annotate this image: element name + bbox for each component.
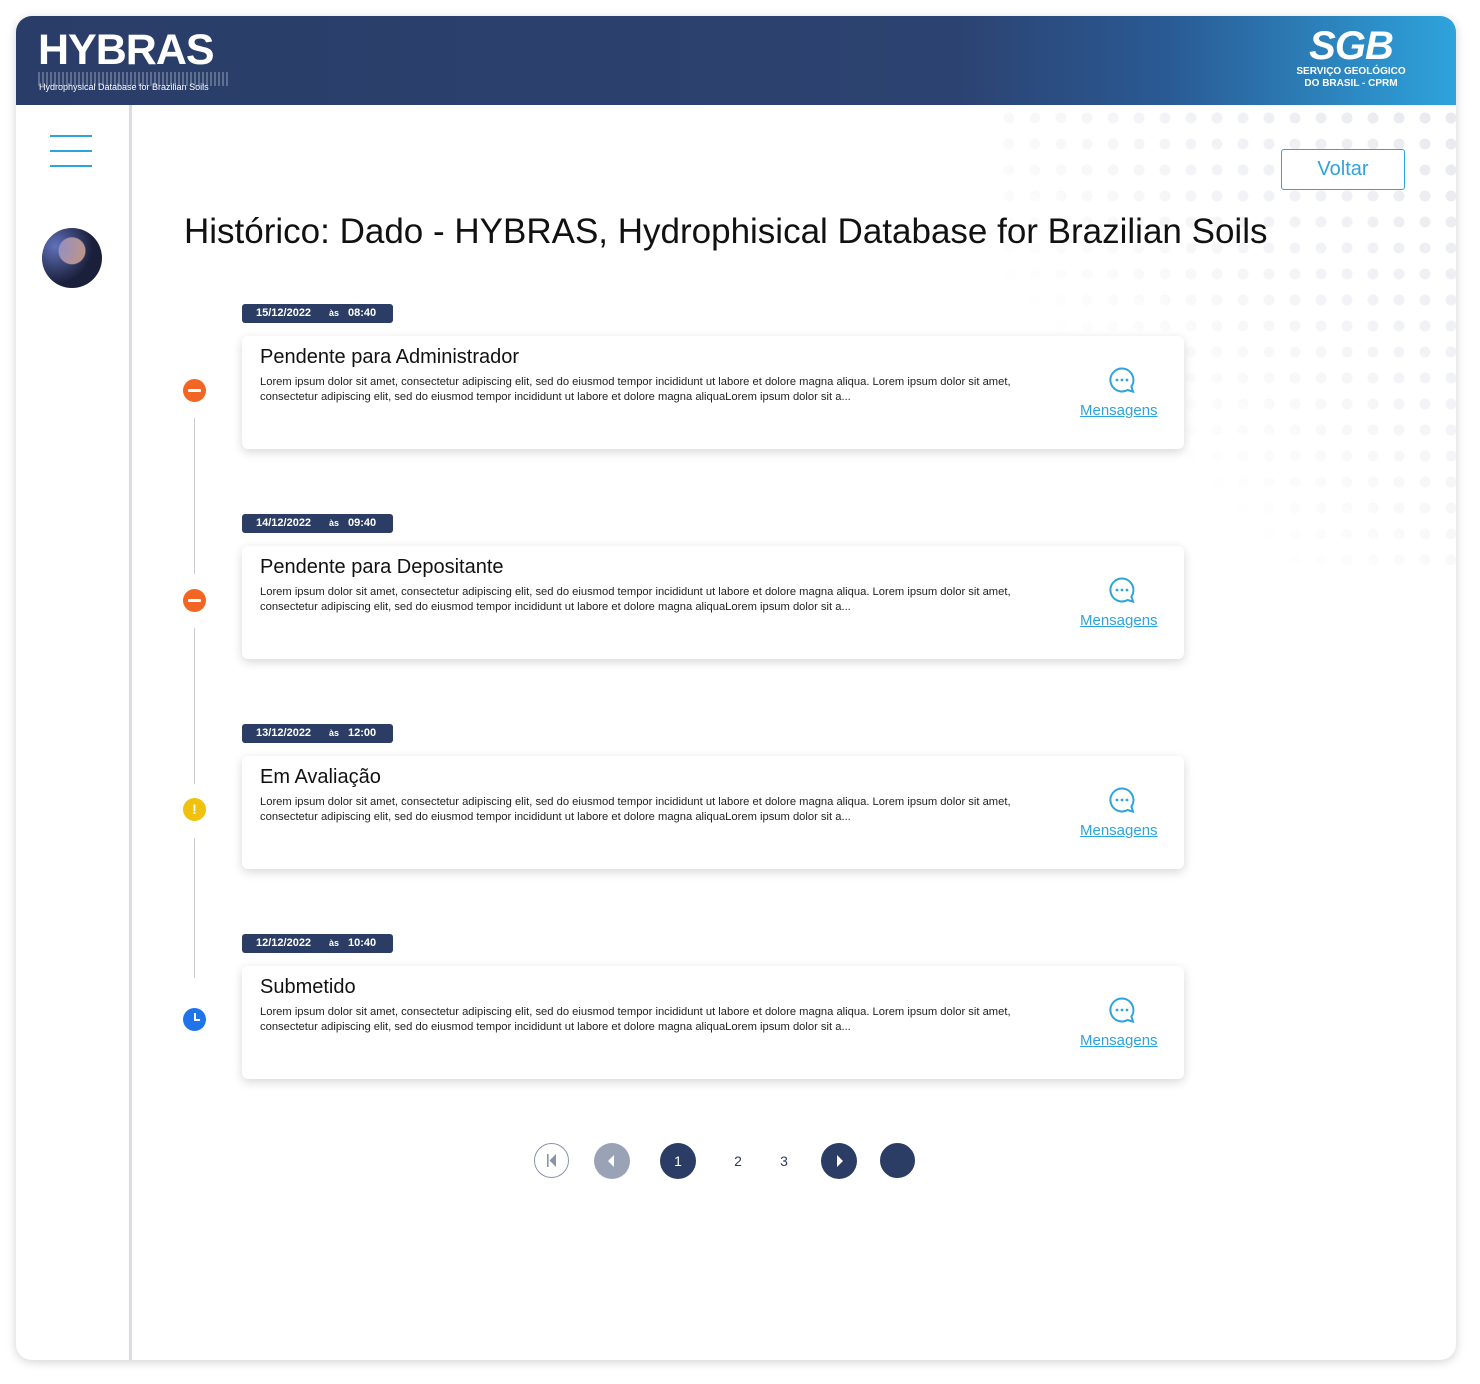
messages-link[interactable]: Mensagens [1080, 1032, 1158, 1049]
chat-bubble-icon[interactable] [1108, 786, 1136, 814]
history-card: Em Avaliação Lorem ipsum dolor sit amet,… [242, 756, 1184, 869]
date: 13/12/2022 [256, 727, 312, 739]
history-card: Pendente para Depositante Lorem ipsum do… [242, 546, 1184, 659]
sidebar [16, 105, 132, 1360]
card-title: Pendente para Administrador [260, 346, 520, 368]
timeline-line [194, 628, 195, 784]
messages-link[interactable]: Mensagens [1080, 612, 1158, 629]
warning-glyph: ! [192, 801, 197, 817]
history-card: Pendente para Administrador Lorem ipsum … [242, 336, 1184, 449]
first-page-icon [547, 1154, 556, 1167]
hybras-logo[interactable]: HYBRAS Hydrophysical Database for Brazil… [38, 28, 248, 94]
chat-bubble-icon[interactable] [1108, 996, 1136, 1024]
sgb-subtitle-line2: DO BRASIL - CPRM [1304, 78, 1398, 89]
hamburger-icon[interactable] [50, 135, 94, 169]
card-description: Lorem ipsum dolor sit amet, consectetur … [260, 796, 1011, 823]
last-page-button[interactable] [880, 1143, 915, 1178]
back-button[interactable]: Voltar [1281, 149, 1405, 190]
chevron-left-icon [608, 1155, 614, 1167]
sgb-logo[interactable]: SGB SERVIÇO GEOLÓGICO DO BRASIL - CPRM [1286, 26, 1416, 96]
sgb-subtitle-line1: SERVIÇO GEOLÓGICO [1296, 66, 1406, 77]
top-header: HYBRAS Hydrophysical Database for Brazil… [16, 16, 1456, 105]
pagination: 1 2 3 [534, 1143, 934, 1181]
last-page-icon [893, 1154, 902, 1167]
previous-page-button[interactable] [594, 1143, 630, 1179]
date-separator: às [329, 938, 340, 948]
date-badge: 12/12/2022 às 10:40 [242, 934, 393, 953]
time: 12:00 [348, 727, 377, 739]
page-3-button[interactable]: 3 [766, 1143, 802, 1179]
date: 14/12/2022 [256, 517, 312, 529]
page-2-button[interactable]: 2 [720, 1143, 756, 1179]
page-title: Histórico: Dado - HYBRAS, Hydrophisical … [184, 212, 1268, 251]
user-avatar[interactable] [42, 228, 102, 288]
card-title: Submetido [260, 976, 356, 998]
time: 10:40 [348, 937, 377, 949]
date: 15/12/2022 [256, 307, 312, 319]
date-separator: às [329, 728, 340, 738]
timeline-line [194, 838, 195, 978]
time: 09:40 [348, 517, 377, 529]
minus-circle-icon [183, 379, 206, 402]
date: 12/12/2022 [256, 937, 312, 949]
chat-bubble-icon[interactable] [1108, 366, 1136, 394]
minus-circle-icon [183, 589, 206, 612]
card-title: Em Avaliação [260, 766, 381, 788]
first-page-button[interactable] [534, 1143, 569, 1178]
timeline-line [194, 418, 195, 574]
card-description: Lorem ipsum dolor sit amet, consectetur … [260, 1006, 1011, 1033]
card-title: Pendente para Depositante [260, 556, 504, 578]
date-badge: 15/12/2022 às 08:40 [242, 304, 393, 323]
warning-circle-icon: ! [183, 798, 206, 821]
logo-subtitle: Hydrophysical Database for Brazilian Soi… [39, 82, 209, 92]
chat-bubble-icon[interactable] [1108, 576, 1136, 604]
history-card: Submetido Lorem ipsum dolor sit amet, co… [242, 966, 1184, 1079]
next-page-button[interactable] [821, 1143, 857, 1179]
chevron-right-icon [837, 1155, 843, 1167]
date-separator: às [329, 518, 340, 528]
date-badge: 14/12/2022 às 09:40 [242, 514, 393, 533]
messages-link[interactable]: Mensagens [1080, 402, 1158, 419]
time: 08:40 [348, 307, 377, 319]
date-badge: 13/12/2022 às 12:00 [242, 724, 393, 743]
messages-link[interactable]: Mensagens [1080, 822, 1158, 839]
date-separator: às [329, 308, 340, 318]
clock-circle-icon [183, 1008, 206, 1031]
page-1-button[interactable]: 1 [660, 1143, 696, 1179]
card-description: Lorem ipsum dolor sit amet, consectetur … [260, 376, 1011, 403]
app-window: HYBRAS Hydrophysical Database for Brazil… [16, 16, 1456, 1360]
logo-text: HYBRAS [38, 26, 215, 74]
card-description: Lorem ipsum dolor sit amet, consectetur … [260, 586, 1011, 613]
sgb-logo-text: SGB [1309, 24, 1394, 68]
